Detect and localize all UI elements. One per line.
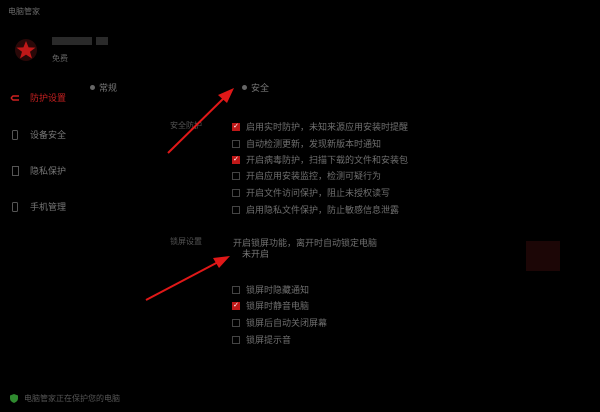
checkbox[interactable] <box>232 188 240 197</box>
side-action-button[interactable] <box>526 241 560 271</box>
checkbox[interactable] <box>232 171 240 180</box>
option-row[interactable]: 开启文件访问保护，阻止未授权读写 <box>232 186 390 199</box>
checkbox[interactable] <box>232 335 240 344</box>
sidebar-item-privacy[interactable]: 隐私保护 <box>10 164 66 177</box>
checkbox[interactable] <box>232 285 240 294</box>
app-title: 电脑管家 <box>8 7 40 16</box>
option-row[interactable]: 启用实时防护，未知来源应用安装时提醒 <box>232 120 408 133</box>
checkbox[interactable] <box>232 318 240 327</box>
checkbox[interactable] <box>232 139 240 148</box>
section-label-lock: 锁屏设置 <box>170 237 202 246</box>
option-row[interactable]: 锁屏时隐藏通知 <box>232 283 309 296</box>
option-row[interactable]: 自动检测更新，发现新版本时通知 <box>232 137 381 150</box>
option-label: 开启文件访问保护，阻止未授权读写 <box>246 188 391 198</box>
phone-icon <box>10 129 20 140</box>
checkbox[interactable] <box>232 155 240 164</box>
tab-general[interactable]: 常规 <box>90 81 117 94</box>
checkbox[interactable] <box>232 301 240 310</box>
option-row[interactable]: 锁屏时静音电脑 <box>232 299 309 312</box>
option-label: 开启病毒防护，扫描下载的文件和安装包 <box>246 155 409 165</box>
sidebar-item-label: 手机管理 <box>30 202 67 212</box>
checkbox[interactable] <box>232 122 240 131</box>
sidebar-item-label: 隐私保护 <box>30 166 67 176</box>
option-label: 锁屏时静音电脑 <box>246 301 310 311</box>
section-label-protection: 安全防护 <box>170 121 202 130</box>
option-label: 启用实时防护，未知来源应用安装时提醒 <box>246 122 409 132</box>
option-row[interactable]: 锁屏后自动关闭屏幕 <box>232 316 327 329</box>
tab-label: 安全 <box>251 83 270 93</box>
option-row[interactable]: 启用隐私文件保护，防止敏感信息泄露 <box>232 203 399 216</box>
sidebar-item-protection[interactable]: 防护设置 <box>10 91 66 104</box>
checkbox[interactable] <box>232 205 240 214</box>
option-row[interactable]: 锁屏提示音 <box>232 333 291 346</box>
status-footer: 电脑管家正在保护您的电脑 <box>10 393 120 404</box>
shield-icon <box>10 394 18 403</box>
footer-text: 电脑管家正在保护您的电脑 <box>24 394 120 403</box>
annotation-arrow <box>145 259 223 301</box>
sidebar-item-device[interactable]: 设备安全 <box>10 128 66 141</box>
phone-icon <box>10 201 20 212</box>
doc-icon <box>10 165 20 176</box>
sidebar-item-label: 设备安全 <box>30 130 67 140</box>
shield-check-icon <box>10 93 20 103</box>
option-label: 启用隐私文件保护，防止敏感信息泄露 <box>246 205 400 215</box>
lock-value-field[interactable]: 未开启 <box>238 246 362 260</box>
option-row[interactable]: 开启应用安装监控，检测可疑行为 <box>232 169 381 182</box>
tab-label: 常规 <box>99 83 118 93</box>
tab-security[interactable]: 安全 <box>242 81 269 94</box>
arrow-head-icon <box>213 256 230 268</box>
sidebar-item-label: 防护设置 <box>30 93 67 103</box>
sidebar-item-phone[interactable]: 手机管理 <box>10 200 66 213</box>
user-subtitle: 免费 <box>52 54 68 63</box>
option-label: 自动检测更新，发现新版本时通知 <box>246 139 382 149</box>
option-label: 开启应用安装监控，检测可疑行为 <box>246 171 382 181</box>
option-row[interactable]: 开启病毒防护，扫描下载的文件和安装包 <box>232 153 408 166</box>
radio-dot-icon <box>90 85 95 90</box>
radio-dot-icon <box>242 85 247 90</box>
option-label: 锁屏后自动关闭屏幕 <box>246 318 328 328</box>
option-label: 锁屏提示音 <box>246 335 292 345</box>
user-name-redacted <box>52 37 108 45</box>
option-label: 锁屏时隐藏通知 <box>246 285 310 295</box>
arrow-head-icon <box>218 88 234 103</box>
app-logo-star-icon <box>15 39 37 61</box>
